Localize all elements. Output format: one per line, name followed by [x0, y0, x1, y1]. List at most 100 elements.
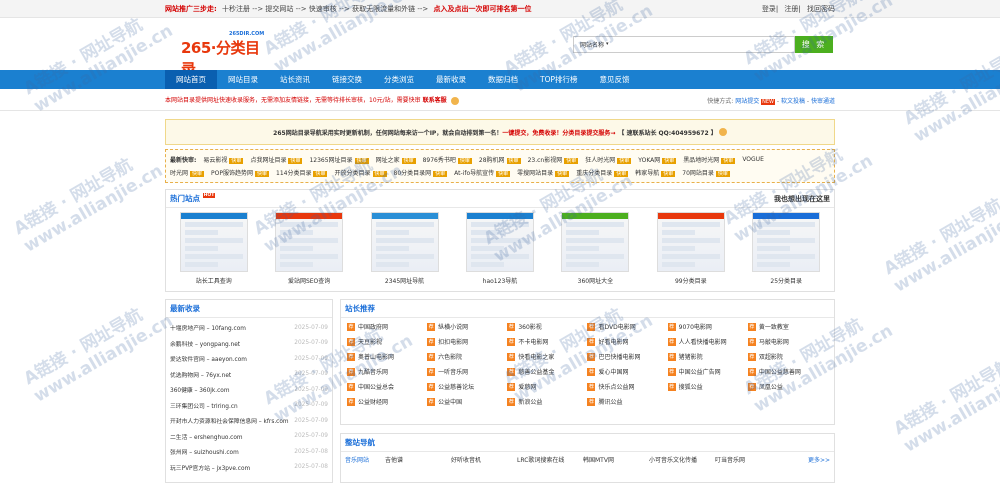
announcement-cta[interactable]: 一键提交，免费收录！分类目录提交服务→ [502, 128, 615, 137]
quick-submit-link[interactable]: 网站提交 [735, 98, 759, 105]
fast-review-link[interactable]: POP服饰趋势网 快审 [211, 168, 270, 177]
latest-item[interactable]: 优选购物网 – 76yx.net 2025-07-09 [170, 367, 328, 383]
fast-review-link[interactable]: 70网站目录 快审 [682, 168, 730, 177]
recommend-item-name[interactable]: 巴巴快播电影网 [598, 352, 640, 361]
recommend-item[interactable]: 荐一听音乐网 [427, 367, 507, 376]
recommend-item[interactable]: 荐巴巴快播电影网 [587, 352, 667, 361]
hot-site-item[interactable]: hao123导航 [465, 212, 534, 285]
site-nav-link[interactable]: LRC歌词搜索在线 [517, 455, 583, 464]
recommend-item-name[interactable]: 看DVD电影网 [598, 322, 635, 331]
site-screenshot[interactable] [179, 212, 248, 272]
recommend-item-name[interactable]: 猪猪影院 [679, 352, 703, 361]
recommend-item[interactable]: 荐公益财经网 [347, 397, 427, 406]
recommend-item[interactable]: 荐爱慈网 [507, 382, 587, 391]
search-button[interactable]: 搜 索 [795, 35, 833, 53]
recommend-item-name[interactable]: 搜狐公益 [679, 382, 703, 391]
latest-item[interactable]: 360健康 – 360jk.com 2025-07-09 [170, 382, 328, 398]
hot-site-name[interactable]: 25分类目录 [752, 276, 820, 285]
fast-review-link[interactable]: 28购机网 快审 [479, 155, 521, 164]
recommend-item[interactable]: 荐快乐点公益网 [587, 382, 667, 391]
fast-review-link[interactable]: 狂人时光网 快审 [585, 155, 632, 164]
site-nav-link[interactable]: 好听收音机 [451, 455, 517, 464]
recommend-item-name[interactable]: 马敲电影网 [759, 337, 789, 346]
forgot-password-link[interactable]: 找回密码 [807, 5, 835, 13]
nav-latest[interactable]: 最新收录 [425, 70, 477, 89]
recommend-item[interactable]: 荐纵横小说网 [427, 322, 507, 331]
fast-review-link[interactable]: 12365网址目录 快审 [309, 155, 369, 164]
recommend-item-name[interactable]: 爱慈网 [518, 382, 536, 391]
recommend-item[interactable]: 荐天豆影视 [347, 337, 427, 346]
hot-site-name[interactable]: 360网址大全 [561, 276, 629, 285]
site-screenshot[interactable] [275, 212, 344, 272]
recommend-item[interactable]: 荐双超影院 [747, 352, 828, 361]
hot-site-name[interactable]: hao123导航 [466, 276, 534, 285]
recommend-item-name[interactable]: 9070电影网 [679, 322, 712, 331]
recommend-item-name[interactable]: 快乐点公益网 [598, 382, 634, 391]
fast-review-link[interactable]: 23.cn影视网 快审 [528, 155, 579, 164]
recommend-item-name[interactable]: 公益财经网 [358, 397, 388, 406]
latest-item-name[interactable]: 开封市人力资源和社会保障信息网 – kfrs.com [170, 416, 289, 425]
hot-site-name[interactable]: 爱站网SEO查询 [275, 276, 343, 285]
fast-review-link[interactable]: 零搜网站目录 快审 [517, 168, 570, 177]
latest-item[interactable]: 余鹏科技 – yongpang.net 2025-07-09 [170, 336, 328, 352]
hot-site-name[interactable]: 站长工具查询 [180, 276, 248, 285]
nav-feedback[interactable]: 意见反馈 [589, 70, 641, 89]
recommend-item-name[interactable]: 六色影院 [438, 352, 462, 361]
recommend-item-name[interactable]: 中国政府网 [358, 322, 388, 331]
hot-site-name[interactable]: 99分类目录 [657, 276, 725, 285]
recommend-item[interactable]: 荐公益中国 [427, 397, 507, 406]
fast-review-link[interactable]: At-ifo导航宣传 快审 [454, 168, 511, 177]
recommend-item[interactable]: 荐凤凰公益 [747, 382, 828, 391]
support-avatar-icon[interactable] [450, 96, 459, 105]
recommend-item-name[interactable]: 公益中国 [438, 397, 462, 406]
recommend-item-name[interactable]: 人人看快播电影网 [679, 337, 727, 346]
latest-item-name[interactable]: 优选购物网 – 76yx.net [170, 370, 231, 379]
fast-review-link[interactable]: 重庆分类目录 快审 [576, 168, 629, 177]
hot-site-item[interactable]: 2345网址导航 [370, 212, 439, 285]
fast-review-link[interactable]: 网址之家 快审 [376, 155, 416, 164]
latest-item-name[interactable]: 十堰房地产网 – 10fang.com [170, 323, 246, 332]
recommend-item[interactable]: 荐奥普山电影网 [347, 352, 427, 361]
latest-item[interactable]: 开封市人力资源和社会保障信息网 – kfrs.com 2025-07-09 [170, 413, 328, 429]
advertise-link[interactable]: 我也想出现在这里 [774, 194, 830, 204]
fast-review-link[interactable]: 80分类目录网 快审 [394, 168, 448, 177]
recommend-item[interactable]: 荐黄一致教室 [747, 322, 828, 331]
nav-archive[interactable]: 数据归档 [477, 70, 529, 89]
recommend-item[interactable]: 荐快看电影之家 [507, 352, 587, 361]
hot-site-item[interactable]: 99分类目录 [656, 212, 725, 285]
recommend-item[interactable]: 荐好看电影网 [587, 337, 667, 346]
nav-directory[interactable]: 网站目录 [217, 70, 269, 89]
recommend-item[interactable]: 荐搜狐公益 [667, 382, 748, 391]
recommend-item[interactable]: 荐看DVD电影网 [587, 322, 667, 331]
site-screenshot[interactable] [561, 212, 630, 272]
site-nav-category[interactable]: 音乐网站 [345, 455, 385, 464]
recommend-item[interactable]: 荐马敲电影网 [747, 337, 828, 346]
quick-article-link[interactable]: 软文投稿 [781, 98, 805, 105]
fast-review-link[interactable]: 韩家导航 快审 [635, 168, 676, 177]
recommend-item-name[interactable]: 快看电影之家 [518, 352, 554, 361]
recommend-item[interactable]: 荐 360影视 [507, 322, 587, 331]
recommend-item-name[interactable]: 天豆影视 [358, 337, 382, 346]
recommend-item-name[interactable]: 黄一致教室 [759, 322, 789, 331]
fast-review-link[interactable]: 8976秀书吧 快审 [423, 155, 472, 164]
latest-item-name[interactable]: 三环集团公司 – trlring.cn [170, 401, 238, 410]
recommend-item[interactable]: 荐九酷音乐网 [347, 367, 427, 376]
latest-item-name[interactable]: 张州网 – suizhoushi.com [170, 447, 239, 456]
latest-item-name[interactable]: 360健康 – 360jk.com [170, 385, 230, 394]
hot-site-item[interactable]: 站长工具查询 [179, 212, 248, 285]
fast-review-link[interactable]: 点我网址目录 快审 [250, 155, 303, 164]
recommend-item-name[interactable]: 腾讯公益 [598, 397, 622, 406]
latest-item[interactable]: 十堰房地产网 – 10fang.com 2025-07-09 [170, 320, 328, 336]
recommend-item[interactable]: 荐不卡电影网 [507, 337, 587, 346]
nav-news[interactable]: 站长资讯 [269, 70, 321, 89]
nav-categories[interactable]: 分类浏览 [373, 70, 425, 89]
fast-review-link[interactable]: 易云影视 快审 [203, 155, 244, 164]
more-link[interactable]: 更多>> [808, 455, 830, 464]
support-avatar-icon[interactable] [718, 128, 727, 136]
site-nav-link[interactable]: 韩国MTV网 [583, 455, 649, 464]
recommend-item-name[interactable]: 新浪公益 [518, 397, 542, 406]
recommend-item[interactable]: 荐新浪公益 [507, 397, 587, 406]
recommend-item-name[interactable]: 中国公益慈善网 [759, 367, 801, 376]
recommend-item[interactable]: 荐中国公益总会 [347, 382, 427, 391]
latest-item[interactable]: 三环集团公司 – trlring.cn 2025-07-09 [170, 398, 328, 414]
